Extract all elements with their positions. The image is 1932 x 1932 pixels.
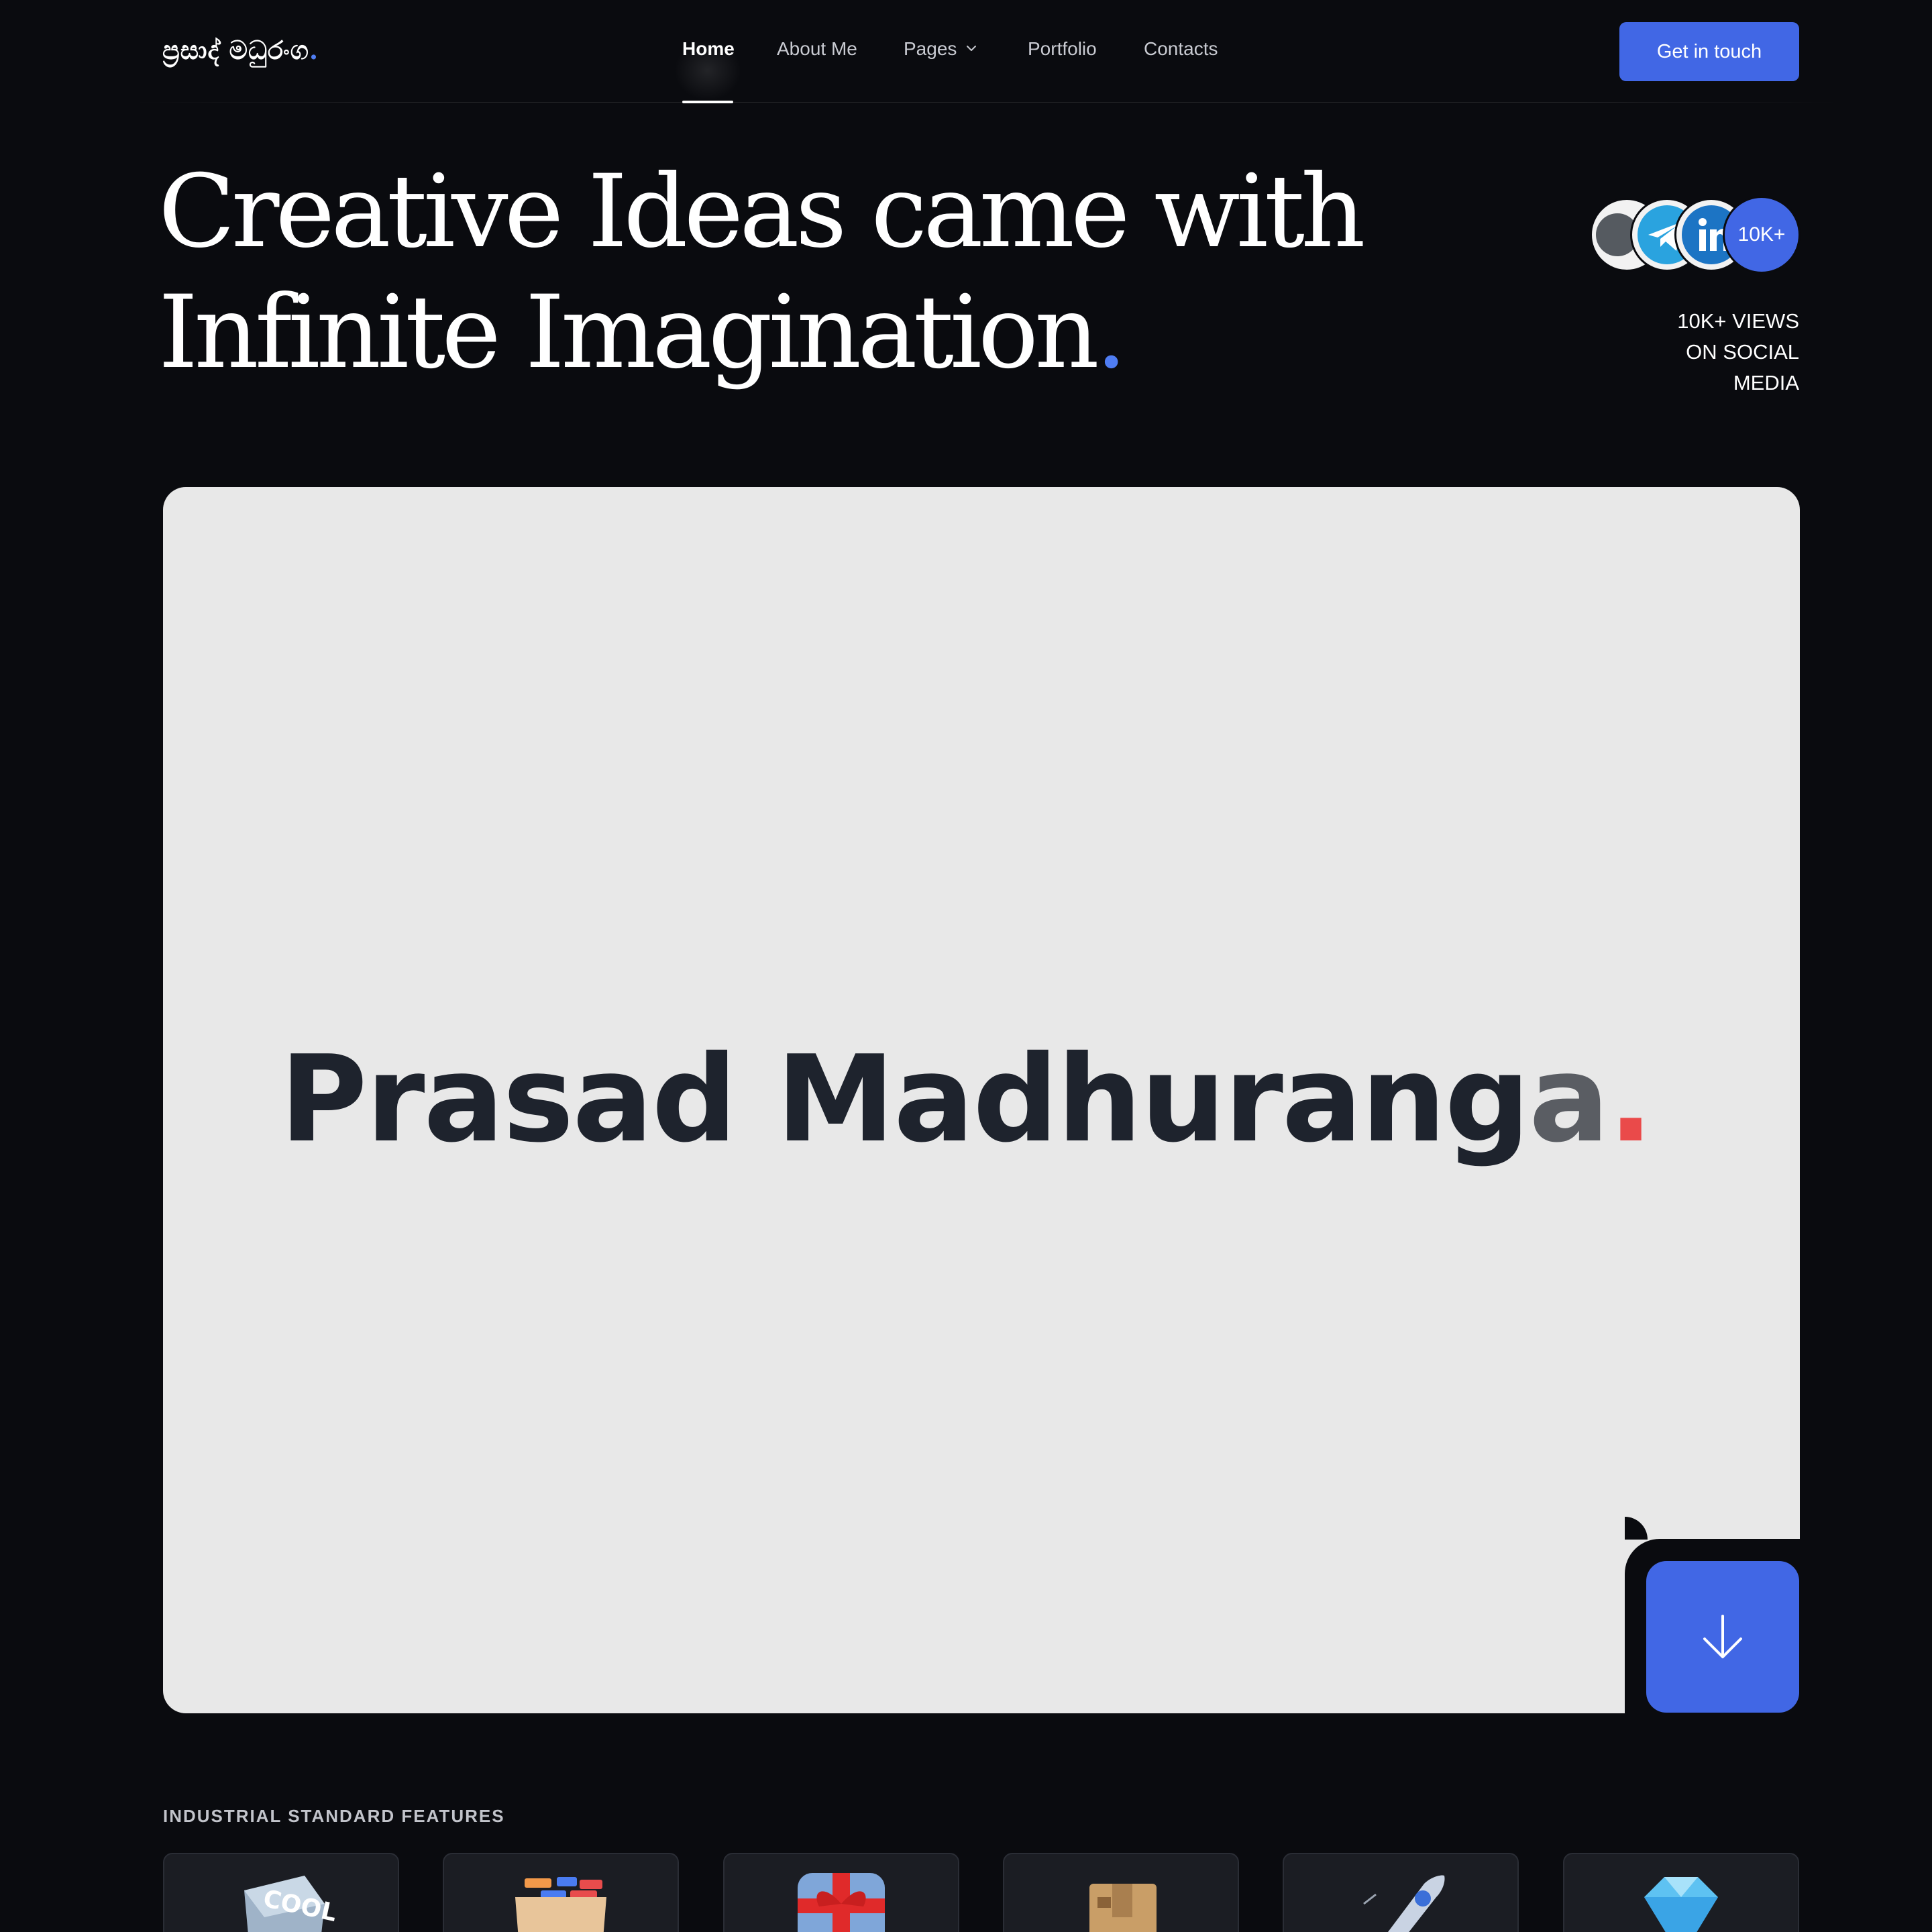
chevron-down-icon	[967, 46, 977, 51]
social-count-badge: 10K+	[1723, 196, 1801, 274]
hero-title-line1: Creative Ideas came with	[158, 154, 1366, 270]
social-avatars: 10K+	[1590, 196, 1801, 276]
features-label: INDUSTRIAL STANDARD FEATURES	[163, 1806, 505, 1826]
feature-card[interactable]	[443, 1853, 679, 1932]
nav-portfolio[interactable]: Portfolio	[1028, 38, 1097, 60]
feature-card[interactable]	[1003, 1853, 1239, 1932]
cool-cube-icon: COOL	[244, 1876, 338, 1932]
nav-pages[interactable]: Pages	[904, 38, 977, 60]
card-name-main: Prasad Madhurang	[280, 1030, 1530, 1169]
package-box-icon	[1089, 1884, 1157, 1932]
feature-card[interactable]	[723, 1853, 959, 1932]
gift-icon	[798, 1873, 885, 1932]
views-caption: 10K+ VIEWS ON SOCIAL MEDIA	[1610, 306, 1799, 398]
card-name-title: Prasad Madhuranga.	[0, 1030, 1932, 1169]
hero-title-line2: Infinite Imagination	[158, 274, 1099, 391]
rocket-icon	[1363, 1875, 1445, 1932]
hero-title-dot: .	[1095, 274, 1128, 391]
notch-corner-left	[1625, 1517, 1648, 1540]
header-divider	[134, 102, 1838, 103]
scroll-down-button[interactable]	[1646, 1561, 1799, 1713]
nav-home[interactable]: Home	[682, 38, 735, 60]
file-drawer-icon	[515, 1877, 606, 1932]
nav-contacts[interactable]: Contacts	[1144, 38, 1218, 60]
hero-title: Creative Ideas came with Infinite Imagin…	[158, 152, 1433, 393]
card-name-fade: a	[1529, 1030, 1609, 1169]
diamond-icon	[1644, 1877, 1718, 1932]
get-in-touch-button[interactable]: Get in touch	[1619, 22, 1799, 81]
views-line1: 10K+ VIEWS	[1677, 309, 1799, 333]
feature-card[interactable]	[1283, 1853, 1519, 1932]
nav-about-me[interactable]: About Me	[777, 38, 857, 60]
nav-pages-label: Pages	[904, 38, 957, 59]
arrow-down-icon	[1703, 1615, 1742, 1658]
views-line2: ON SOCIAL	[1686, 340, 1799, 364]
page: ප්‍රසාද් මධුරංග. Home About Me Pages Por…	[0, 0, 1932, 1932]
feature-card[interactable]	[1563, 1853, 1799, 1932]
feature-card[interactable]: COOL	[163, 1853, 399, 1932]
views-line3: MEDIA	[1733, 371, 1799, 394]
card-name-dot: .	[1608, 1030, 1654, 1169]
